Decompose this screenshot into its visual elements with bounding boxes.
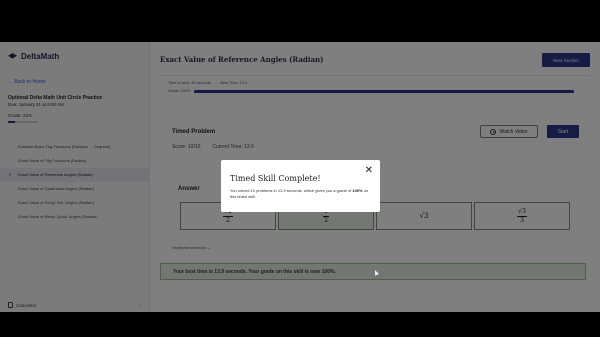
- dialog-message: You solved 10 problems in 13.9 seconds, …: [230, 188, 375, 200]
- dialog-title: Timed Skill Complete!: [230, 174, 321, 183]
- dialog-message-prefix: You solved 10 problems in 13.9 seconds, …: [230, 188, 353, 193]
- timed-skill-complete-dialog: Timed Skill Complete! ✕ You solved 10 pr…: [221, 160, 380, 212]
- close-icon[interactable]: ✕: [365, 165, 373, 176]
- app-screen: DeltaMath ← Back to Home Optional Delta …: [0, 42, 600, 312]
- dialog-message-grade: 100%: [352, 188, 363, 193]
